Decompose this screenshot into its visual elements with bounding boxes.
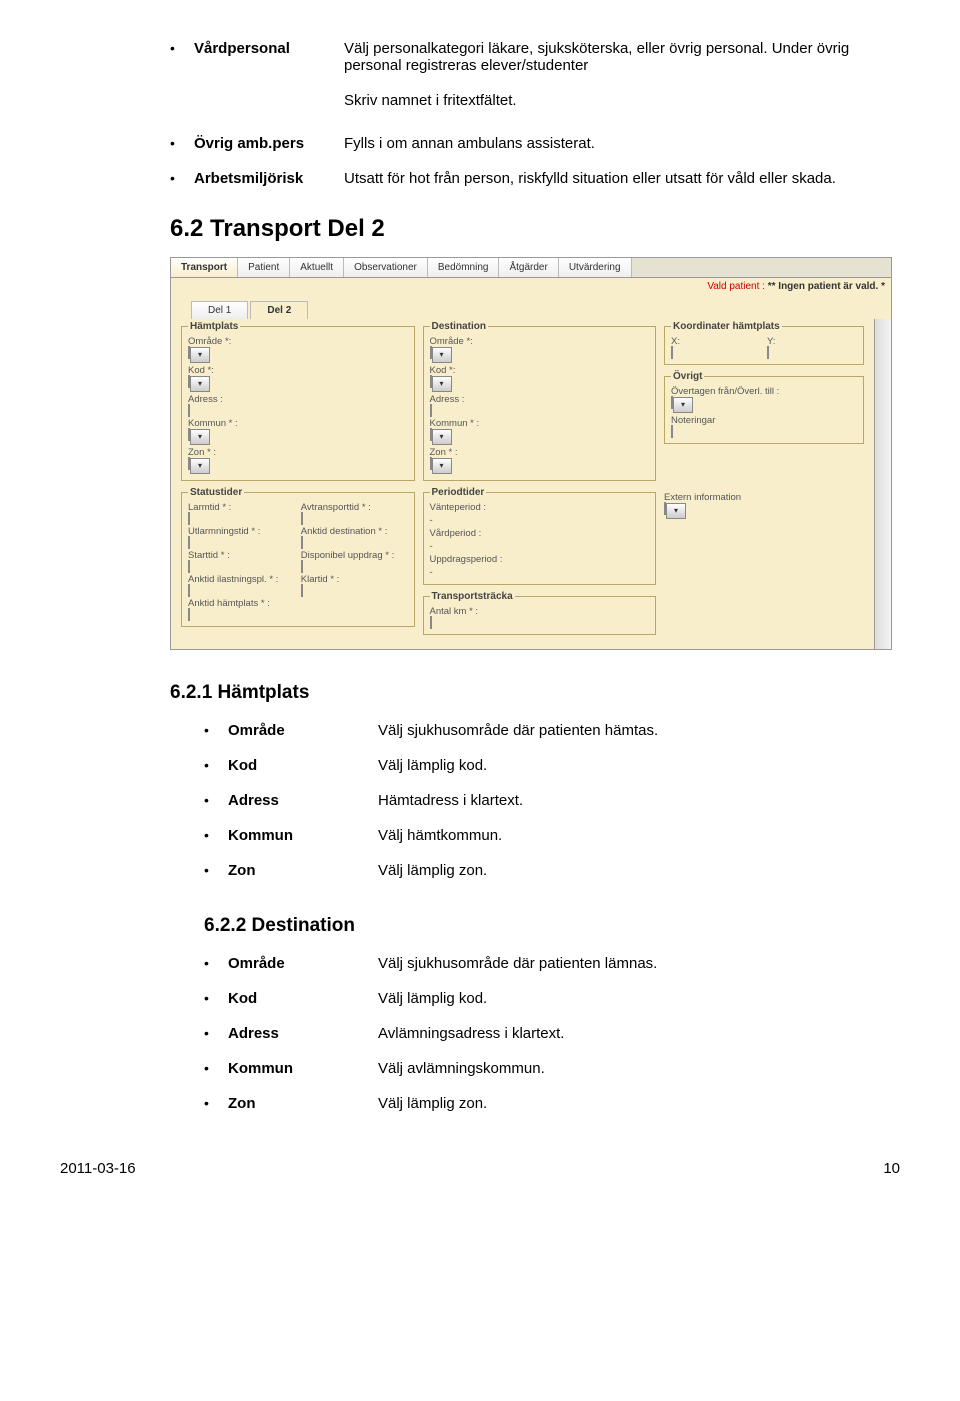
group-ovrigt: Övrigt Övertagen från/Överl. till : ▾ No…: [664, 371, 864, 444]
bullet-icon: [170, 170, 194, 187]
bullet-icon: [204, 792, 228, 809]
legend-hamtplats: Hämtplats: [188, 321, 240, 332]
bullet-icon: [204, 862, 228, 879]
footer-page: 10: [883, 1160, 900, 1177]
lbl-kommun: Kommun * :: [188, 418, 408, 429]
status-strip: Vald patient : ** Ingen patient är vald.…: [171, 278, 891, 295]
bullet-icon: [204, 827, 228, 844]
lbl-omrade: Område *:: [188, 336, 408, 347]
group-periodtider: Periodtider Vänteperiod : - Vårdperiod :…: [423, 487, 657, 585]
lbl-kod: Kod *:: [188, 365, 408, 376]
bullet-icon: [204, 955, 228, 972]
vertical-scrollbar[interactable]: [874, 319, 891, 649]
status-label: Vald patient :: [707, 281, 765, 292]
tab-atgarder[interactable]: Åtgärder: [499, 258, 558, 277]
tab-transport[interactable]: Transport: [171, 258, 238, 277]
dd-kod[interactable]: ▾: [190, 376, 210, 392]
inp-d-adress[interactable]: [430, 404, 432, 417]
term-label: Övrig amb.pers: [194, 135, 344, 152]
bullet-icon: [204, 990, 228, 1007]
tab-patient[interactable]: Patient: [238, 258, 290, 277]
heading-6-2: 6.2 Transport Del 2: [170, 215, 900, 243]
legend-koord: Koordinater hämtplats: [671, 321, 782, 332]
page-footer: 2011-03-16 10: [60, 1160, 900, 1177]
subtab-del2[interactable]: Del 2: [250, 301, 308, 319]
subtab-del1[interactable]: Del 1: [191, 301, 248, 319]
heading-6-2-1: 6.2.1 Hämtplats: [170, 682, 900, 704]
freetext-note: Skriv namnet i fritextfältet.: [344, 92, 900, 109]
inp-y[interactable]: [767, 346, 769, 359]
legend-transportstracka: Transportsträcka: [430, 591, 515, 602]
dd-zon[interactable]: ▾: [190, 458, 210, 474]
bullet-icon: [204, 757, 228, 774]
legend-destination: Destination: [430, 321, 488, 332]
section-ovrig: Övrig amb.pers Fylls i om annan ambulans…: [170, 135, 900, 187]
bullet-icon: [170, 40, 194, 57]
tab-aktuellt[interactable]: Aktuellt: [290, 258, 344, 277]
inp-adress[interactable]: [188, 404, 190, 417]
dd-omrade[interactable]: ▾: [190, 347, 210, 363]
term-desc: Fylls i om annan ambulans assisterat.: [344, 135, 900, 152]
app-screenshot: Transport Patient Aktuellt Observationer…: [170, 257, 892, 650]
term-label: Vårdpersonal: [194, 40, 344, 57]
heading-6-2-2: 6.2.2 Destination: [204, 915, 900, 937]
section-vardpersonal: Vårdpersonal Välj personalkategori läkar…: [170, 40, 900, 74]
inp-anktidh[interactable]: [188, 608, 190, 621]
dd-kommun[interactable]: ▾: [190, 429, 210, 445]
inp-noter[interactable]: [671, 425, 673, 438]
inp-x[interactable]: [671, 346, 673, 359]
inp-antalkm[interactable]: [430, 616, 432, 629]
group-hamtplats: Hämtplats Område *: ▾ Kod *: ▾ Adress : …: [181, 321, 415, 481]
lbl-extern: Extern information: [664, 492, 864, 503]
legend-statustider: Statustider: [188, 487, 244, 498]
bullet-ovrig-amb: Övrig amb.pers Fylls i om annan ambulans…: [170, 135, 900, 152]
tab-observationer[interactable]: Observationer: [344, 258, 428, 277]
group-koordinater: Koordinater hämtplats X: Y:: [664, 321, 864, 365]
bullet-icon: [204, 1060, 228, 1077]
group-statustider: Statustider Larmtid * : Avtransporttid *…: [181, 487, 415, 627]
sub-tabbar: Del 1 Del 2: [171, 295, 891, 319]
term-desc: Välj personalkategori läkare, sjuksköter…: [344, 40, 900, 74]
bullet-icon: [204, 722, 228, 739]
bullet-arbetsmiljorisk: Arbetsmiljörisk Utsatt för hot från pers…: [170, 170, 900, 187]
bullet-icon: [204, 1095, 228, 1112]
lbl-adress: Adress :: [188, 394, 408, 405]
legend-periodtider: Periodtider: [430, 487, 487, 498]
tab-bedomning[interactable]: Bedömning: [428, 258, 500, 277]
bullet-icon: [170, 135, 194, 152]
lbl-zon: Zon * :: [188, 447, 408, 458]
main-tabbar: Transport Patient Aktuellt Observationer…: [171, 258, 891, 278]
term-label: Arbetsmiljörisk: [194, 170, 344, 187]
group-transportstracka: Transportsträcka Antal km * :: [423, 591, 657, 635]
term-desc: Utsatt för hot från person, riskfylld si…: [344, 170, 900, 187]
list-6-2-2: OmrådeVälj sjukhusområde där patienten l…: [204, 955, 900, 1112]
footer-date: 2011-03-16: [60, 1160, 136, 1177]
legend-ovrigt: Övrigt: [671, 371, 704, 382]
bullet-vardpersonal: Vårdpersonal Välj personalkategori läkar…: [170, 40, 900, 74]
status-value: ** Ingen patient är vald. *: [768, 281, 885, 292]
list-6-2-1: OmrådeVälj sjukhusområde där patienten h…: [204, 722, 900, 879]
group-destination: Destination Område *: ▾ Kod *: ▾ Adress …: [423, 321, 657, 481]
bullet-icon: [204, 1025, 228, 1042]
tab-utvardering[interactable]: Utvärdering: [559, 258, 632, 277]
